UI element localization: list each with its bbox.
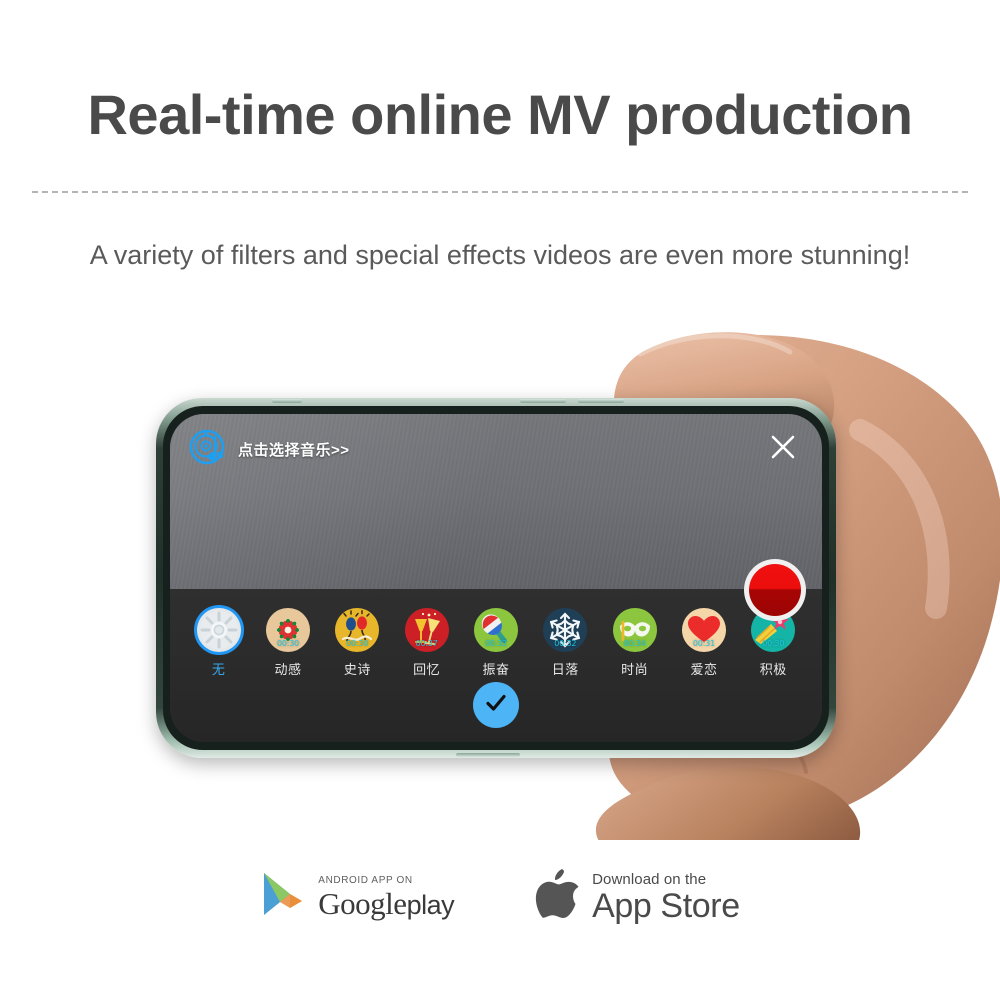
filter-duration: 00:31 (692, 639, 715, 648)
filter-label: 无 (211, 662, 226, 677)
filter-item-振奋[interactable]: 00:32 振奋 (461, 608, 530, 678)
filter-duration: 00:30 (346, 639, 369, 648)
filter-label: 回忆 (413, 662, 441, 677)
app-store-small-text: Download on the (592, 871, 707, 888)
filter-item-时尚[interactable]: 00:34 时尚 (600, 608, 669, 678)
app-store-wordmark: App Store (592, 887, 740, 925)
filter-duration: 00:30 (276, 639, 300, 648)
filter-item-动感[interactable]: 00:30 动感 (253, 608, 322, 678)
filter-duration: 00:37 (415, 639, 438, 648)
phone-device: 点击选择音乐>> 无 00:30 动感 00:30 史诗 00:37 回忆 00:32 振奋 00… (156, 398, 836, 758)
filter-duration: 00:30 (762, 639, 785, 648)
volume-down-button[interactable] (578, 399, 624, 403)
filter-item-无[interactable]: 无 (184, 608, 253, 678)
filter-duration: 00:32 (484, 639, 507, 648)
google-play-wordmark: Google (318, 886, 407, 921)
page-title: Real-time online MV production (87, 83, 913, 146)
champagne-glasses-icon[interactable]: 00:37 (404, 608, 449, 652)
volume-up-button[interactable] (520, 399, 566, 403)
record-button-icon (749, 564, 801, 616)
google-play-play-word: play (406, 890, 455, 920)
vinyl-record-note-icon (188, 428, 226, 471)
confirm-button[interactable] (473, 682, 519, 728)
filter-item-回忆[interactable]: 00:37 回忆 (392, 608, 461, 678)
app-store-badge[interactable]: Download on the App Store (534, 868, 740, 927)
google-play-badge[interactable]: ANDROID APP ON Googleplay (260, 870, 455, 925)
filter-item-史诗[interactable]: 00:30 史诗 (323, 608, 392, 678)
filter-label: 日落 (551, 662, 579, 677)
google-play-icon (260, 870, 306, 925)
phone-screen: 点击选择音乐>> 无 00:30 动感 00:30 史诗 00:37 回忆 00:32 振奋 00… (170, 414, 822, 742)
store-badges: ANDROID APP ON Googleplay Download on th… (0, 868, 1000, 927)
filter-label: 动感 (274, 662, 302, 677)
filter-duration: 00:32 (554, 639, 577, 648)
filter-duration: 00:34 (623, 639, 646, 648)
mute-switch[interactable] (272, 399, 302, 403)
filter-label: 振奋 (482, 662, 510, 677)
close-icon[interactable] (766, 430, 800, 464)
select-music-label: 点击选择音乐>> (238, 442, 350, 459)
filter-list: 无 00:30 动感 00:30 史诗 00:37 回忆 00:32 振奋 00:32 日落 00:3… (170, 608, 822, 678)
flower-icon[interactable]: 00:30 (265, 608, 310, 652)
filter-label: 积极 (759, 662, 787, 677)
filter-panel: 无 00:30 动感 00:30 史诗 00:37 回忆 00:32 振奋 00:32 日落 00:3… (170, 589, 822, 742)
google-play-small-text: ANDROID APP ON (318, 875, 413, 886)
check-icon (483, 690, 509, 721)
filter-label: 爱恋 (690, 662, 718, 677)
heart-icon[interactable]: 00:31 (681, 608, 726, 652)
maraca-icon[interactable]: 00:32 (473, 608, 518, 652)
select-music-row[interactable]: 点击选择音乐>> (188, 428, 350, 471)
filter-label: 史诗 (343, 662, 371, 677)
cd-disc-icon[interactable] (196, 608, 241, 652)
record-button[interactable] (744, 559, 806, 621)
power-button[interactable] (456, 753, 520, 757)
apple-logo-icon (534, 868, 580, 927)
filter-label: 时尚 (621, 662, 649, 677)
balloons-icon[interactable]: 00:30 (335, 608, 380, 652)
page-subtitle: A variety of filters and special effects… (89, 240, 911, 270)
divider (32, 191, 968, 193)
mask-icon[interactable]: 00:34 (612, 608, 657, 652)
snowflake-icon[interactable]: 00:32 (543, 608, 588, 652)
filter-item-爱恋[interactable]: 00:31 爱恋 (669, 608, 738, 678)
filter-item-日落[interactable]: 00:32 日落 (531, 608, 600, 678)
